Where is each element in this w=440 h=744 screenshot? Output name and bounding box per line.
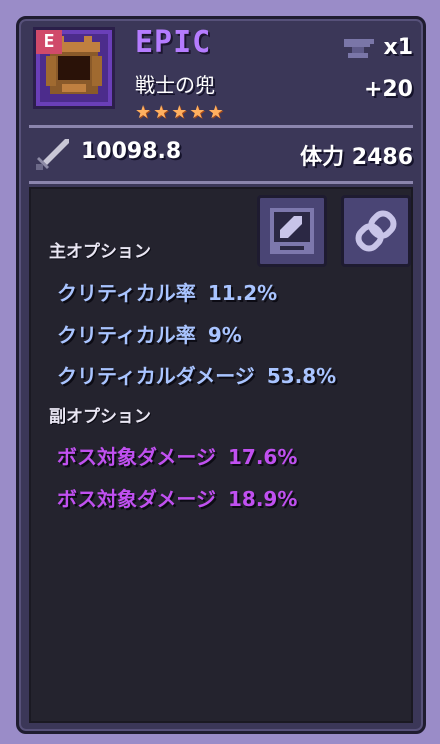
sub-option-row: ボス対象ダメージ 18.9% [57, 483, 297, 512]
divider [29, 125, 413, 128]
link-button[interactable] [341, 195, 411, 267]
main-option-row: クリティカルダメージ 53.8% [57, 360, 336, 389]
sub-option-label: 副オプション [49, 407, 151, 427]
stat-row: 10098.8 体力 2486 [35, 137, 413, 173]
option-value: 18.9% [228, 487, 298, 511]
option-name: ボス対象ダメージ [57, 487, 216, 511]
option-name: クリティカルダメージ [57, 364, 255, 388]
item-name: 戦士の兜 [135, 73, 215, 97]
hp-value: 2486 [351, 145, 413, 170]
main-option-label: 主オプション [49, 242, 151, 262]
rarity-label: EPIC [135, 25, 212, 60]
star-icon: ★ [135, 102, 152, 123]
star-icon: ★ [207, 102, 224, 123]
item-detail-card: E EPIC 戦士の兜 ★ ★ ★ ★ ★ x1 +20 10098.8 体力 2486 [16, 16, 426, 734]
hp-label: 体力 [300, 145, 345, 170]
star-icon: ★ [153, 102, 170, 123]
sub-option-row: ボス対象ダメージ 17.6% [57, 441, 297, 470]
main-option-row: クリティカル率 11.2% [57, 277, 277, 306]
chain-link-icon [355, 210, 397, 252]
quantity-display: x1 [343, 35, 414, 60]
edit-button[interactable] [257, 195, 327, 267]
star-rating: ★ ★ ★ ★ ★ [135, 102, 224, 123]
options-panel: 主オプション クリティカル率 11.2% クリティカル率 9% クリティカルダメージ… [29, 187, 413, 723]
option-name: ボス対象ダメージ [57, 445, 216, 469]
anvil-icon [343, 38, 374, 58]
sword-icon [36, 139, 69, 170]
item-icon-frame: E [33, 27, 115, 109]
option-value: 9% [207, 323, 242, 347]
edit-icon [270, 208, 314, 254]
option-value: 53.8% [266, 364, 337, 388]
enhance-level: +20 [363, 77, 413, 102]
grade-badge: E [36, 30, 62, 54]
main-option-row: クリティカル率 9% [57, 319, 242, 348]
option-value: 11.2% [207, 281, 278, 305]
option-value: 17.6% [228, 445, 298, 469]
option-name: クリティカル率 [57, 323, 196, 347]
attack-value: 10098.8 [81, 139, 182, 164]
option-name: クリティカル率 [57, 281, 196, 305]
hp-stat: 体力 2486 [300, 139, 413, 171]
quantity-value: x1 [383, 35, 414, 60]
star-icon: ★ [171, 102, 188, 123]
star-icon: ★ [189, 102, 206, 123]
divider [29, 181, 413, 184]
